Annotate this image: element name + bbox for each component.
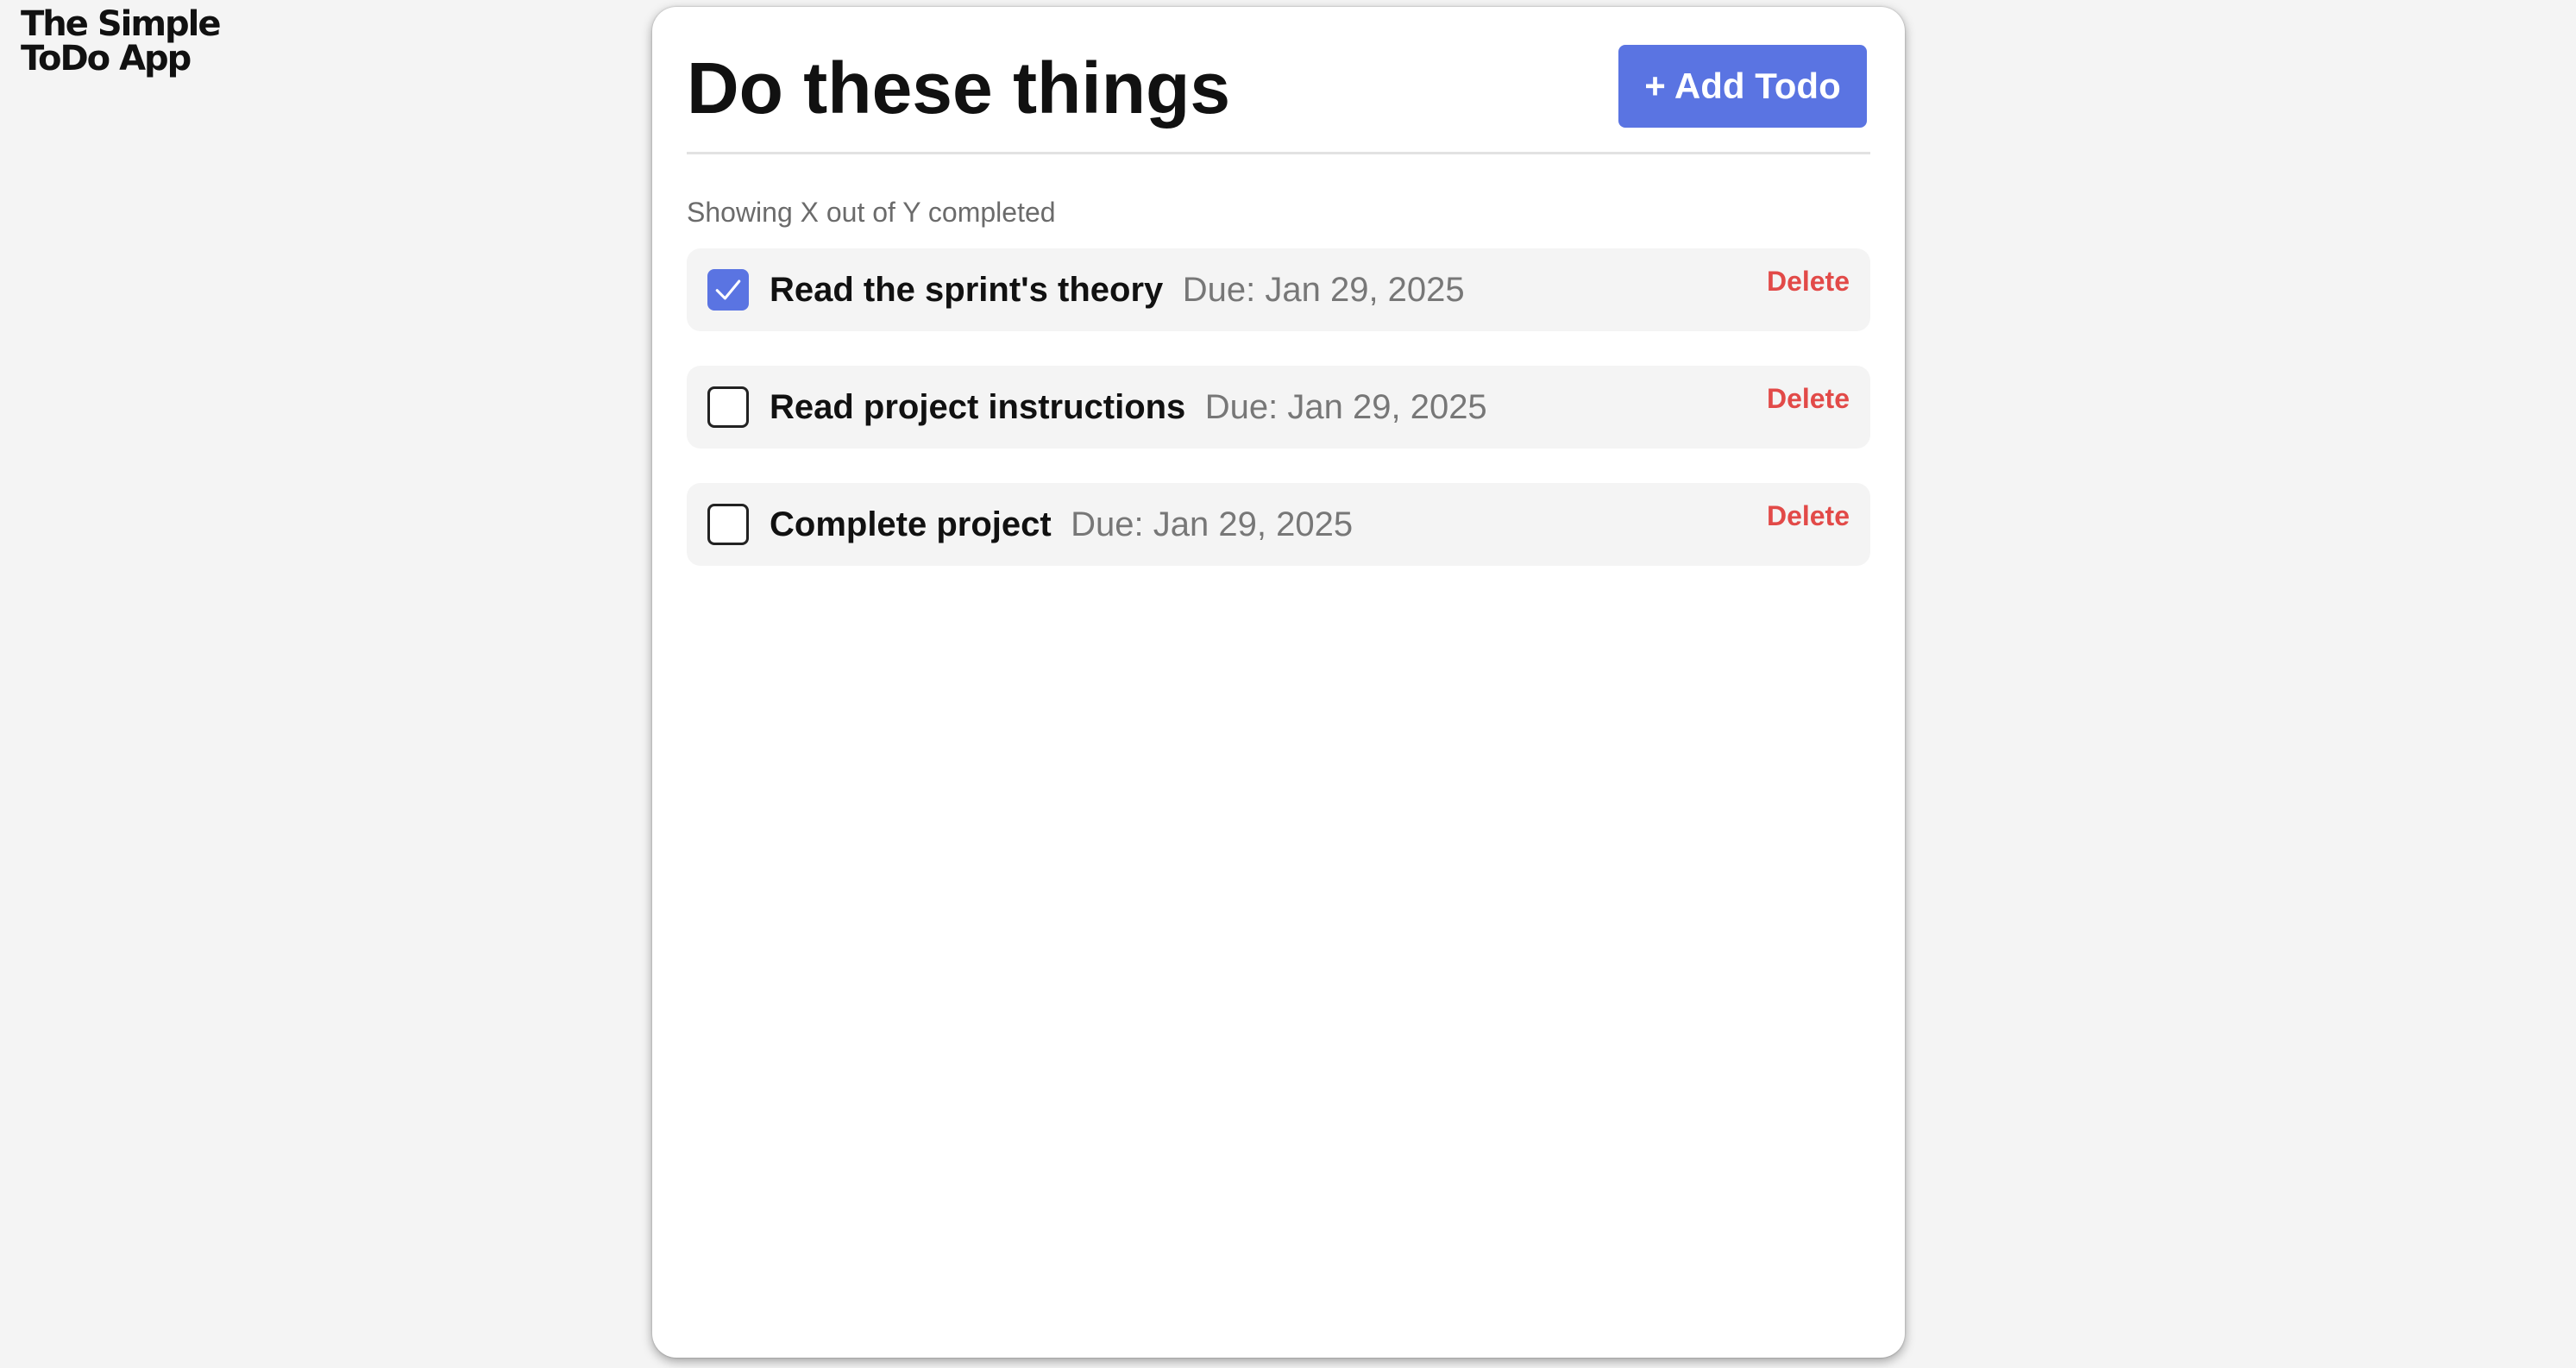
todo-text: Read the sprint's theory Due: Jan 29, 20… [770, 248, 1465, 331]
todo-checkbox[interactable] [707, 269, 749, 311]
todo-item: Read the sprint's theory Due: Jan 29, 20… [687, 248, 1870, 331]
todo-title: Complete project [770, 505, 1052, 543]
delete-todo-button[interactable]: Delete [1767, 381, 1850, 416]
todo-item: Complete project Due: Jan 29, 2025 Delet… [687, 483, 1870, 566]
app-logo-line-2: ToDo App [21, 39, 192, 78]
checkmark-icon [715, 279, 741, 300]
page-title: Do these things [687, 47, 1231, 129]
todo-list: Read the sprint's theory Due: Jan 29, 20… [687, 248, 1870, 600]
app-logo-line-1: The Simple [21, 4, 221, 44]
todo-title: Read the sprint's theory [770, 271, 1164, 309]
delete-todo-button[interactable]: Delete [1767, 499, 1850, 533]
todo-checkbox[interactable] [707, 504, 749, 545]
completed-summary: Showing X out of Y completed [687, 197, 1056, 228]
delete-todo-button[interactable]: Delete [1767, 264, 1850, 298]
card-header: Do these things + Add Todo [687, 7, 1870, 154]
todo-checkbox[interactable] [707, 386, 749, 428]
todo-title: Read project instructions [770, 388, 1186, 426]
todo-card: Do these things + Add Todo Showing X out… [652, 7, 1905, 1358]
todo-due-date: Due: Jan 29, 2025 [1204, 388, 1487, 426]
todo-text: Read project instructions Due: Jan 29, 2… [770, 366, 1487, 449]
todo-text: Complete project Due: Jan 29, 2025 [770, 483, 1353, 566]
add-todo-button[interactable]: + Add Todo [1618, 45, 1867, 128]
todo-item: Read project instructions Due: Jan 29, 2… [687, 366, 1870, 449]
app-logo: The Simple ToDo App [21, 4, 221, 78]
todo-due-date: Due: Jan 29, 2025 [1182, 271, 1465, 309]
todo-due-date: Due: Jan 29, 2025 [1071, 505, 1354, 543]
